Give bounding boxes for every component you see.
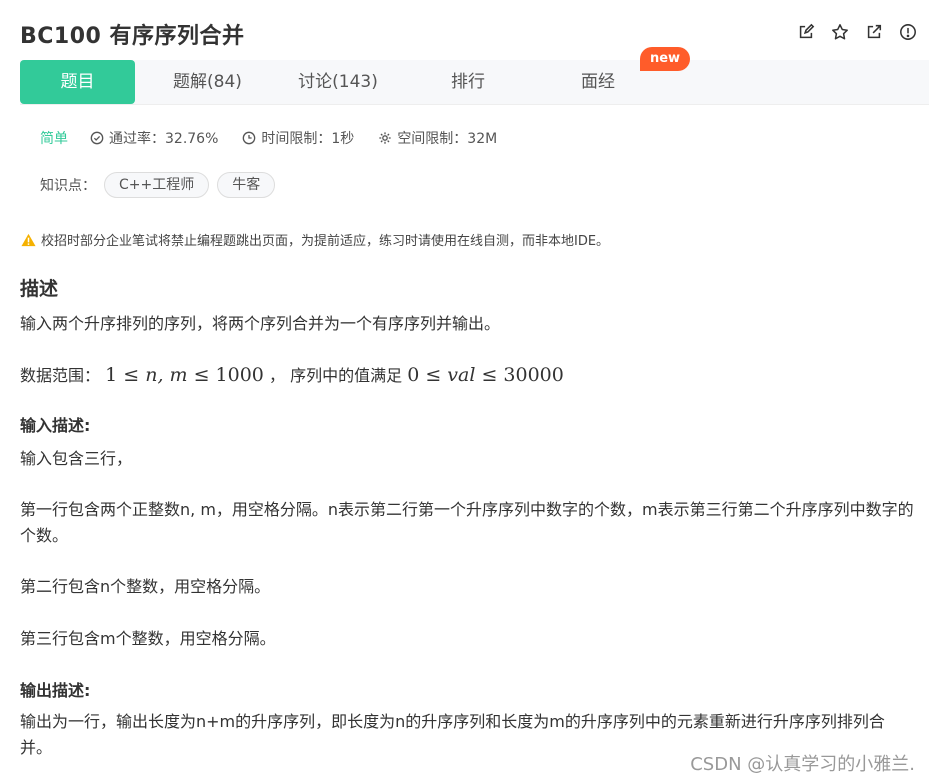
space-limit: 空间限制：32M [378,128,497,148]
tab-interview[interactable]: 面经 [568,60,628,104]
input-line-3: 第二行包含n个整数，用空格分隔。 [20,577,271,596]
time-limit-text: 时间限制：1秒 [261,131,355,147]
clock-icon [243,131,256,145]
watermark: CSDN @认真学习的小雅兰. [690,754,915,775]
tab-problem[interactable]: 题目 [20,60,135,104]
problem-header: BC100 有序序列合并 [20,18,916,50]
header-toolbar [796,22,918,42]
description-text: 输入两个升序排列的序列，将两个序列合并为一个有序序列并输出。 [20,314,501,333]
description-heading: 描述 [20,278,59,300]
check-circle-icon [90,131,104,145]
difficulty-label: 简单 [40,131,68,147]
star-icon[interactable] [830,22,850,42]
range-formula-nm: 1 ≤ n, m ≤ 1000 [105,364,264,386]
input-line-2: 第一行包含两个正整数n, m，用空格分隔。n表示第二行第一个升序序列中数字的个数… [20,500,914,545]
tab-bar: 题目 题解(84) 讨论(143) 排行 面经 new [20,47,929,105]
tab-discussion[interactable]: 讨论(143) [288,60,388,104]
new-badge: new [640,47,690,71]
space-limit-text: 空间限制：32M [397,131,498,147]
warning-icon [21,233,36,246]
input-heading: 输入描述: [20,416,91,435]
external-link-icon[interactable] [864,22,884,42]
warning-notice: 校招时部分企业笔试将禁止编程题跳出页面，为提前适应，练习时请使用在线自测，而非本… [21,230,609,249]
warning-text: 校招时部分企业笔试将禁止编程题跳出页面，为提前适应，练习时请使用在线自测，而非本… [41,234,610,249]
input-line-1: 输入包含三行， [20,449,133,468]
tab-solutions[interactable]: 题解(84) [160,60,255,104]
pass-rate: 通过率：32.76% [90,128,218,148]
edit-icon[interactable] [796,22,816,42]
output-heading: 输出描述: [20,681,91,700]
problem-meta: 简单 通过率：32.76% 时间限制：1秒 空间限制：32M [40,128,521,148]
time-limit: 时间限制：1秒 [242,128,354,148]
range-mid: ， 序列中的值满足 [269,366,403,385]
tag-nowcoder[interactable]: 牛客 [217,172,276,198]
page-title: BC100 有序序列合并 [20,24,245,49]
gear-icon [379,132,391,144]
knowledge-points: 知识点： C++工程师 牛客 [40,171,276,199]
info-icon[interactable] [898,22,918,42]
pass-rate-text: 通过率：32.76% [109,131,219,147]
range-formula-val: 0 ≤ val ≤ 30000 [407,364,564,386]
tag-cpp-engineer[interactable]: C++工程师 [104,172,210,198]
knowledge-label: 知识点： [40,178,96,194]
tab-ranking[interactable]: 排行 [438,60,498,104]
data-range: 数据范围： 1 ≤ n, m ≤ 1000 ， 序列中的值满足 0 ≤ val … [20,362,915,389]
input-line-4: 第三行包含m个整数，用空格分隔。 [20,629,276,648]
range-prefix: 数据范围： [20,366,101,385]
